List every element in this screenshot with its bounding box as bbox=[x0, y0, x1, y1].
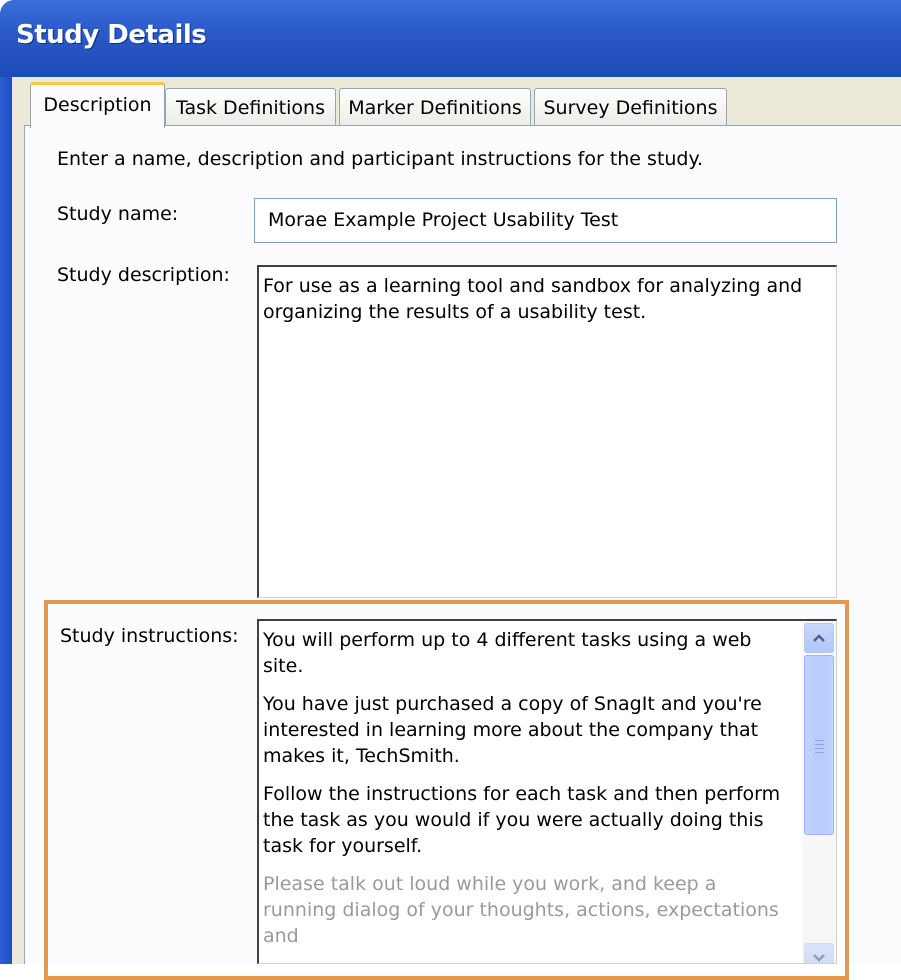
study-name-value: Morae Example Project Usability Test bbox=[268, 209, 619, 231]
instruction-paragraph: You have just purchased a copy of SnagIt… bbox=[263, 693, 762, 767]
thumb-grip-line bbox=[815, 752, 824, 753]
study-instructions-content: You will perform up to 4 different tasks… bbox=[259, 621, 836, 949]
tab-survey-definitions[interactable]: Survey Definitions bbox=[534, 88, 727, 126]
study-name-label: Study name: bbox=[57, 203, 179, 225]
tab-task-definitions[interactable]: Task Definitions bbox=[165, 88, 336, 126]
thumb-grip-line bbox=[815, 740, 824, 741]
instruction-paragraph: Please talk out loud while you work, and… bbox=[263, 873, 779, 947]
scroll-down-button[interactable] bbox=[804, 943, 834, 963]
chevron-down-icon bbox=[813, 954, 825, 962]
thumb-grip-line bbox=[815, 748, 824, 749]
study-description-textarea[interactable]: For use as a learning tool and sandbox f… bbox=[257, 265, 837, 598]
chevron-up-icon bbox=[813, 634, 825, 642]
tab-marker-definitions[interactable]: Marker Definitions bbox=[339, 88, 531, 126]
study-name-input[interactable]: Morae Example Project Usability Test bbox=[254, 198, 837, 243]
study-description-value: For use as a learning tool and sandbox f… bbox=[263, 275, 803, 323]
window-title: Study Details bbox=[16, 20, 207, 50]
tab-description[interactable]: Description bbox=[30, 82, 165, 128]
tab-label: Survey Definitions bbox=[543, 97, 718, 119]
scroll-up-button[interactable] bbox=[804, 623, 834, 653]
tab-label: Marker Definitions bbox=[348, 97, 522, 119]
window-frame-left bbox=[0, 77, 12, 964]
study-instructions-label: Study instructions: bbox=[60, 625, 239, 647]
title-bar[interactable]: Study Details bbox=[0, 0, 901, 77]
thumb-grip-line bbox=[815, 744, 824, 745]
study-description-label: Study description: bbox=[57, 264, 230, 286]
tab-label: Task Definitions bbox=[176, 97, 325, 119]
instruction-paragraph: Follow the instructions for each task an… bbox=[263, 783, 781, 857]
study-instructions-textarea[interactable]: You will perform up to 4 different tasks… bbox=[257, 619, 837, 964]
tab-label: Description bbox=[43, 94, 152, 116]
instruction-paragraph: You will perform up to 4 different tasks… bbox=[263, 629, 752, 677]
instructions-scrollbar[interactable] bbox=[802, 621, 836, 963]
intro-text: Enter a name, description and participan… bbox=[57, 148, 704, 170]
scroll-thumb[interactable] bbox=[804, 655, 834, 835]
